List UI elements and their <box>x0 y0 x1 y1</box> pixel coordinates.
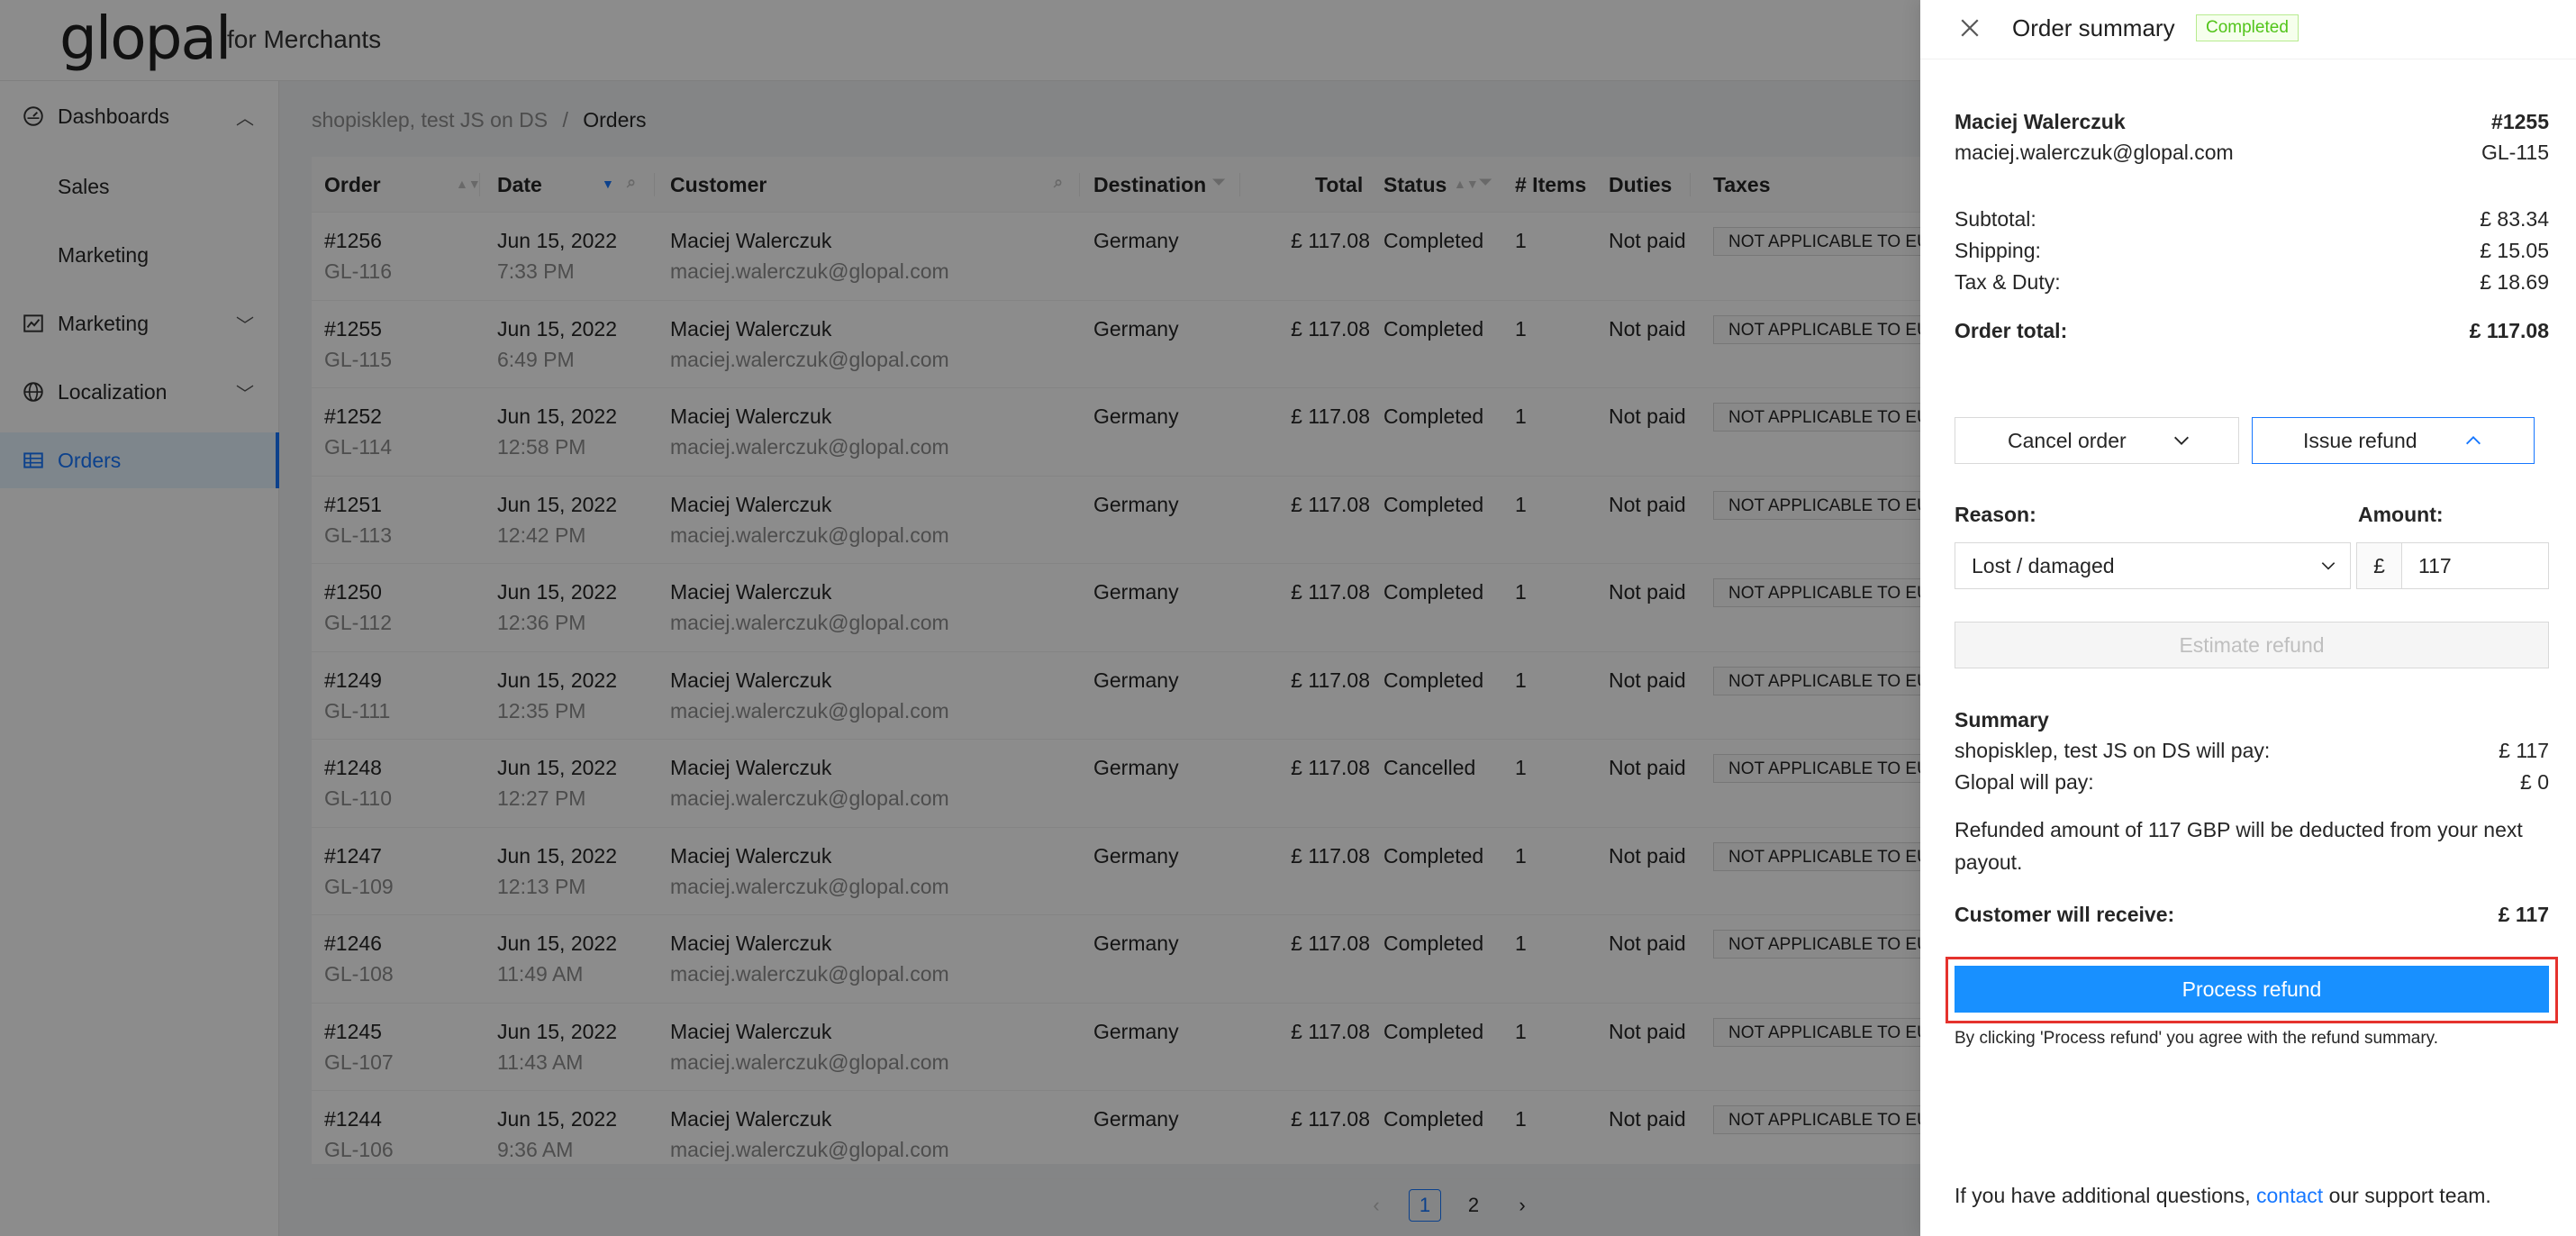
footer-text-end: our support team. <box>2328 1184 2491 1207</box>
subtotal-value: £ 83.34 <box>2480 207 2549 231</box>
tax-label: Tax & Duty: <box>1955 270 2061 294</box>
order-total-label: Order total: <box>1955 319 2068 342</box>
contact-link[interactable]: contact <box>2256 1184 2323 1207</box>
currency-addon: £ <box>2357 543 2402 588</box>
modal-overlay[interactable] <box>0 0 1920 1236</box>
shipping-label: Shipping: <box>1955 239 2041 262</box>
issue-refund-button[interactable]: Issue refund <box>2252 417 2535 464</box>
deduction-note: Refunded amount of 117 GBP will be deduc… <box>1955 818 2523 841</box>
reason-value: Lost / damaged <box>1972 554 2115 577</box>
support-footer: If you have additional questions, contac… <box>1955 1184 2491 1208</box>
order-total-value: £ 117.08 <box>2469 319 2549 342</box>
customer-receive-label: Customer will receive: <box>1955 903 2175 926</box>
close-icon[interactable] <box>1956 14 1983 41</box>
tax-value: £ 18.69 <box>2480 270 2549 294</box>
drawer-header: Order summary Completed <box>1920 0 2576 59</box>
customer-receive-value: £ 117 <box>2498 903 2549 926</box>
gl-number: GL-115 <box>2481 141 2549 164</box>
order-summary-drawer: Order summary Completed Maciej Walerczuk… <box>1920 0 2576 1236</box>
amount-field[interactable]: £ 117 <box>2356 542 2549 589</box>
glopal-pay-value: £ 0 <box>2520 770 2549 794</box>
footer-text: If you have additional questions, <box>1955 1184 2251 1207</box>
issue-refund-label: Issue refund <box>2303 428 2417 452</box>
deduction-note-cont: payout. <box>1955 850 2023 874</box>
agreement-note: By clicking 'Process refund' you agree w… <box>1955 1029 2439 1048</box>
status-badge: Completed <box>2196 14 2299 41</box>
merchant-pay-label: shopisklep, test JS on DS will pay: <box>1955 739 2271 762</box>
chevron-up-icon <box>2466 436 2481 445</box>
cancel-order-button[interactable]: Cancel order <box>1955 417 2239 464</box>
summary-heading: Summary <box>1955 708 2049 732</box>
chevron-down-icon <box>2174 436 2189 445</box>
order-number: #1255 <box>2491 110 2549 133</box>
merchant-pay-value: £ 117 <box>2499 739 2549 762</box>
subtotal-label: Subtotal: <box>1955 207 2036 231</box>
customer-name: Maciej Walerczuk <box>1955 110 2126 133</box>
amount-label: Amount: <box>2358 503 2444 526</box>
estimate-refund-button[interactable]: Estimate refund <box>1955 622 2549 668</box>
app: glopal for Merchants Dashboards ︿ Sales … <box>0 0 2576 1236</box>
process-refund-button[interactable]: Process refund <box>1955 966 2549 1013</box>
glopal-pay-label: Glopal will pay: <box>1955 770 2094 794</box>
drawer-title: Order summary <box>2012 14 2175 41</box>
reason-label: Reason: <box>1955 503 2036 526</box>
cancel-order-label: Cancel order <box>2008 428 2127 452</box>
reason-select[interactable]: Lost / damaged <box>1955 542 2351 589</box>
customer-email: maciej.walerczuk@glopal.com <box>1955 141 2234 164</box>
shipping-value: £ 15.05 <box>2480 239 2549 262</box>
chevron-down-icon <box>2321 562 2336 570</box>
amount-input[interactable]: 117 <box>2418 554 2452 578</box>
